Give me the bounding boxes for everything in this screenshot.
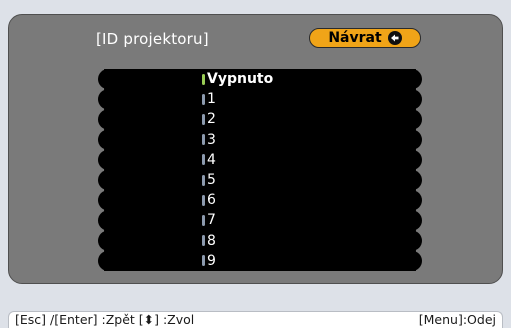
option-marker-icon	[202, 255, 205, 267]
option-marker-icon	[202, 134, 205, 146]
option-label: 5	[207, 172, 216, 189]
option-item[interactable]: 2	[202, 109, 412, 129]
option-item[interactable]: 7	[202, 210, 412, 230]
option-label: 2	[207, 111, 216, 128]
option-item[interactable]: 9	[202, 251, 412, 271]
option-item[interactable]: 8	[202, 231, 412, 251]
projector-id-list: Vypnuto 1 2 3 4 5 6 7 8 9	[98, 69, 422, 271]
option-marker-icon	[202, 235, 205, 247]
option-marker-icon	[202, 174, 205, 186]
return-button[interactable]: Návrat	[309, 28, 421, 48]
option-marker-icon	[202, 73, 205, 85]
option-list: Vypnuto 1 2 3 4 5 6 7 8 9	[202, 69, 412, 271]
help-navigation-text: [Esc] /[Enter] :Zpět [⬍] :Zvol	[15, 312, 195, 327]
return-button-label: Návrat	[328, 30, 382, 46]
option-item[interactable]: 5	[202, 170, 412, 190]
option-label: 4	[207, 151, 216, 168]
option-label: 7	[207, 212, 216, 229]
option-marker-icon	[202, 93, 205, 105]
option-label: 3	[207, 131, 216, 148]
option-item[interactable]: 3	[202, 130, 412, 150]
option-label: Vypnuto	[207, 71, 274, 88]
option-marker-icon	[202, 154, 205, 166]
option-marker-icon	[202, 113, 205, 125]
help-bar: [Esc] /[Enter] :Zpět [⬍] :Zvol [Menu]:Od…	[8, 311, 503, 328]
enter-arrow-icon	[387, 31, 402, 45]
help-menu-text: [Menu]:Odej	[418, 312, 496, 327]
option-item[interactable]: 6	[202, 190, 412, 210]
option-label: 1	[207, 91, 216, 108]
option-label: 9	[207, 252, 216, 269]
projector-menu-screen: [ID projektoru] Návrat Vypnuto 1 2 3 4 5 6 7 8 9 …	[0, 0, 511, 328]
option-item[interactable]: 4	[202, 150, 412, 170]
dialog-title: [ID projektoru]	[96, 30, 209, 48]
option-label: 6	[207, 192, 216, 209]
option-marker-icon	[202, 194, 205, 206]
option-item[interactable]: Vypnuto	[202, 69, 412, 89]
option-item[interactable]: 1	[202, 89, 412, 109]
option-marker-icon	[202, 214, 205, 226]
option-label: 8	[207, 232, 216, 249]
